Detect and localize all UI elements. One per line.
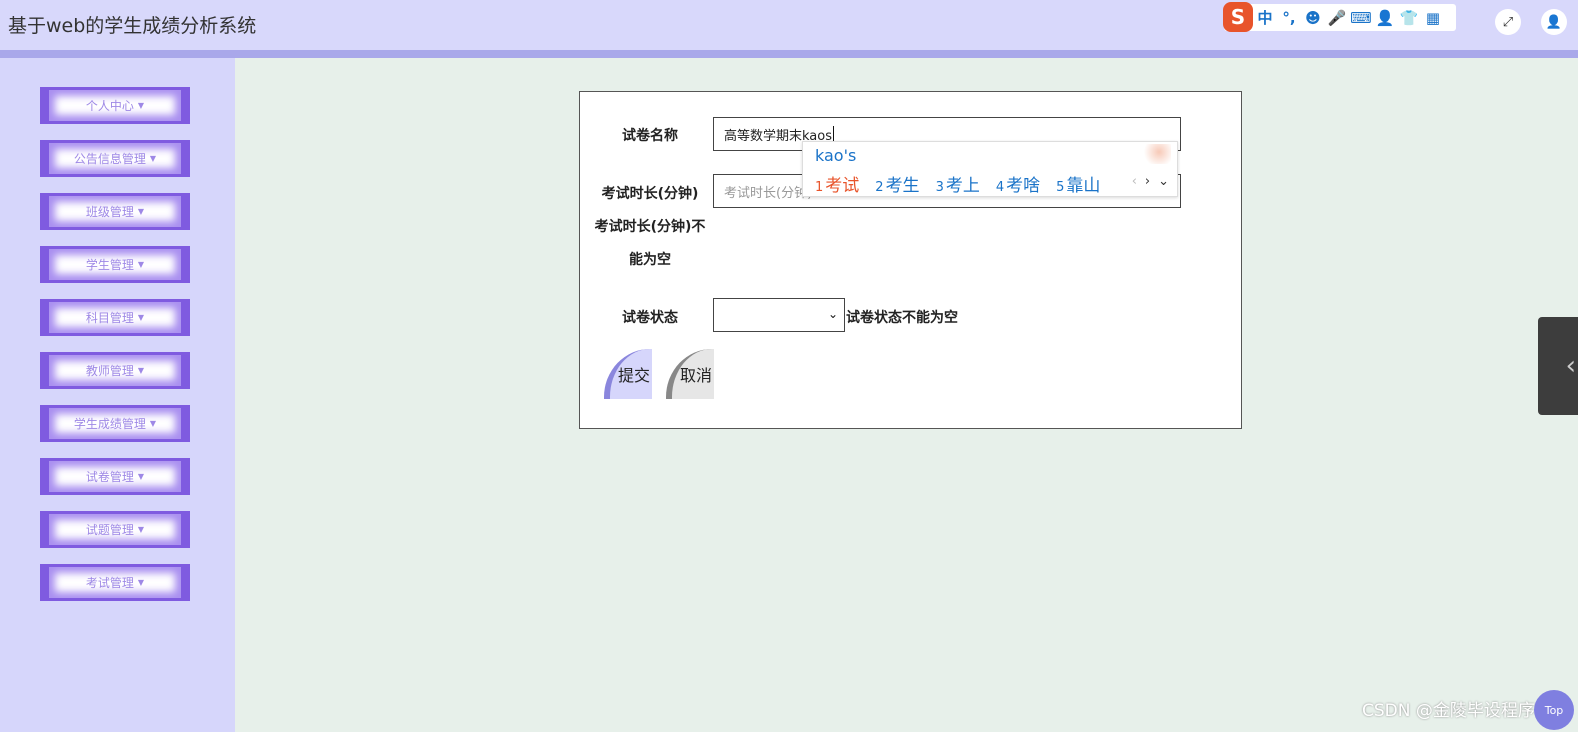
ime-candidate-list: 1 考试 2 考生 3 考上 4 考啥 5 靠山 — [815, 171, 1100, 196]
sidebar-item-classes[interactable]: 班级管理 ▼ — [40, 193, 190, 230]
chevron-down-icon: ⌄ — [827, 307, 838, 321]
paper-name-label: 试卷名称 — [622, 128, 678, 144]
caret-down-icon: ▼ — [137, 313, 145, 322]
caret-down-icon: ▼ — [149, 419, 157, 428]
fullscreen-icon[interactable]: ⤢ — [1495, 9, 1521, 35]
chevron-left-icon: ‹ — [1565, 351, 1576, 381]
submit-button[interactable]: 提交 — [604, 349, 652, 399]
sidebar-item-label: 公告信息管理 — [73, 152, 146, 166]
ime-next-page-icon[interactable]: › — [1145, 174, 1150, 189]
caret-down-icon: ▼ — [137, 207, 145, 216]
ime-chinese-mode-button[interactable]: 中 — [1253, 7, 1277, 28]
ime-candidate[interactable]: 2 考生 — [875, 171, 919, 196]
sidebar: 个人中心 ▼ 公告信息管理 ▼ 班级管理 ▼ 学生管理 ▼ 科目管理 ▼ 教师管理 ▼ 学生… — [0, 58, 235, 732]
sidebar-item-label: 科目管理 — [85, 311, 134, 325]
ime-nav: ‹ › ⌄ — [1132, 174, 1169, 189]
sidebar-item-subjects[interactable]: 科目管理 ▼ — [40, 299, 190, 336]
watermark: CSDN @金陵毕设程序 — [1362, 701, 1535, 721]
sidebar-item-student-grades[interactable]: 学生成绩管理 ▼ — [40, 405, 190, 442]
duration-error-line2: 能为空 — [629, 252, 671, 268]
ime-expand-icon[interactable]: ⌄ — [1158, 174, 1169, 189]
sidebar-item-label: 个人中心 — [85, 99, 134, 113]
app-title: 基于web的学生成绩分析系统 — [8, 15, 257, 37]
ime-skin-decoration — [1141, 144, 1171, 164]
sidebar-item-teachers[interactable]: 教师管理 ▼ — [40, 352, 190, 389]
sidebar-item-questions[interactable]: 试题管理 ▼ — [40, 511, 190, 548]
duration-error-line1: 考试时长(分钟)不 — [594, 219, 706, 235]
sidebar-item-exams[interactable]: 考试管理 ▼ — [40, 564, 190, 601]
status-label: 试卷状态 — [622, 310, 678, 326]
side-panel-toggle[interactable]: ‹ — [1538, 317, 1578, 415]
duration-placeholder: 考试时长(分钟) — [724, 185, 813, 201]
ime-candidate[interactable]: 1 考试 — [815, 171, 859, 196]
text-cursor — [833, 126, 834, 142]
ime-candidate[interactable]: 3 考上 — [936, 171, 980, 196]
sidebar-item-label: 学生成绩管理 — [73, 417, 146, 431]
sidebar-item-label: 考试管理 — [85, 576, 134, 590]
ime-toolbar[interactable]: S 中 °, ☻ 🎤 ⌨ 👤 👕 ▦ — [1223, 1, 1456, 32]
sogou-logo-icon[interactable]: S — [1223, 1, 1253, 32]
status-error: 试卷状态不能为空 — [846, 310, 958, 326]
sidebar-item-label: 试卷管理 — [85, 470, 134, 484]
duration-label: 考试时长(分钟) — [601, 186, 699, 202]
back-to-top-button[interactable]: Top — [1534, 690, 1574, 730]
caret-down-icon: ▼ — [137, 578, 145, 587]
ime-account-icon[interactable]: 👤 — [1373, 9, 1397, 27]
header-divider — [0, 50, 1578, 58]
sidebar-item-label: 试题管理 — [85, 523, 134, 537]
header: 基于web的学生成绩分析系统 S 中 °, ☻ 🎤 ⌨ 👤 👕 ▦ ⤢ 👤 — [0, 0, 1578, 50]
caret-down-icon: ▼ — [137, 472, 145, 481]
caret-down-icon: ▼ — [137, 366, 145, 375]
ime-keyboard-icon[interactable]: ⌨ — [1349, 9, 1373, 27]
ime-candidate[interactable]: 4 考啥 — [996, 171, 1040, 196]
ime-pinyin-text: kao's — [815, 146, 857, 165]
cancel-button[interactable]: 取消 — [666, 349, 714, 399]
ime-candidate-popup: kao's 1 考试 2 考生 3 考上 4 考啥 5 靠山 ‹ › ⌄ — [802, 141, 1178, 197]
caret-down-icon: ▼ — [137, 260, 145, 269]
ime-punctuation-icon[interactable]: °, — [1277, 9, 1301, 27]
ime-emoji-icon[interactable]: ☻ — [1301, 9, 1325, 27]
sidebar-item-label: 班级管理 — [85, 205, 134, 219]
sidebar-item-papers[interactable]: 试卷管理 ▼ — [40, 458, 190, 495]
sidebar-item-label: 教师管理 — [85, 364, 134, 378]
sidebar-item-personal-center[interactable]: 个人中心 ▼ — [40, 87, 190, 124]
sidebar-item-label: 学生管理 — [85, 258, 134, 272]
ime-candidate[interactable]: 5 靠山 — [1056, 171, 1100, 196]
ime-toolbox-icon[interactable]: ▦ — [1421, 9, 1445, 27]
caret-down-icon: ▼ — [137, 525, 145, 534]
ime-voice-icon[interactable]: 🎤 — [1325, 9, 1349, 27]
ime-prev-page-icon[interactable]: ‹ — [1132, 174, 1137, 189]
user-icon[interactable]: 👤 — [1541, 9, 1567, 35]
status-select[interactable]: ⌄ — [713, 298, 845, 332]
sidebar-item-announcements[interactable]: 公告信息管理 ▼ — [40, 140, 190, 177]
sidebar-item-students[interactable]: 学生管理 ▼ — [40, 246, 190, 283]
caret-down-icon: ▼ — [137, 101, 145, 110]
ime-skin-icon[interactable]: 👕 — [1397, 9, 1421, 27]
caret-down-icon: ▼ — [149, 154, 157, 163]
